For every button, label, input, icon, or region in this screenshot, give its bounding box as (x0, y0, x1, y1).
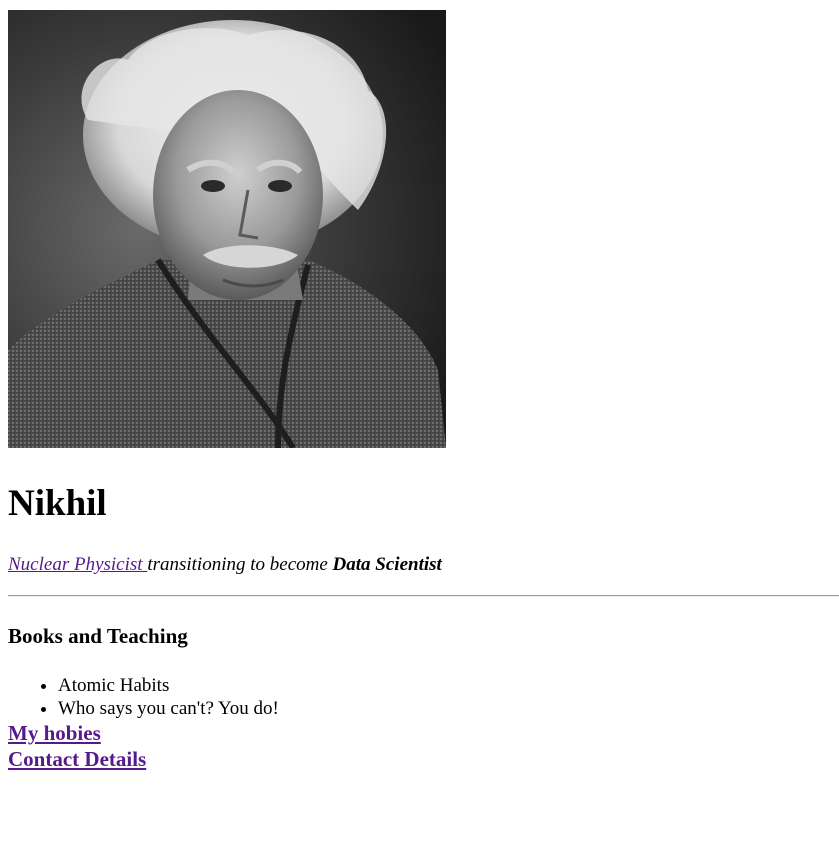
hobbies-link[interactable]: My hobies (8, 721, 101, 745)
list-item: Atomic Habits (58, 674, 831, 697)
portrait-graphic (8, 10, 446, 448)
tagline-middle-text: transitioning to become (147, 554, 333, 575)
list-item: Who says you can't? You do! (58, 697, 831, 720)
divider (8, 595, 839, 597)
contact-details-link[interactable]: Contact Details (8, 747, 146, 771)
tagline: Nuclear Physicist transitioning to becom… (8, 553, 831, 577)
books-list: Atomic Habits Who says you can't? You do… (8, 674, 831, 720)
portrait-image (8, 10, 446, 448)
contact-heading: Contact Details (8, 746, 831, 772)
nuclear-physicist-link[interactable]: Nuclear Physicist (8, 554, 147, 575)
hobbies-heading: My hobies (8, 720, 831, 746)
tagline-bold-text: Data Scientist (332, 554, 442, 575)
books-section-title: Books and Teaching (8, 624, 188, 648)
page: Nikhil Nuclear Physicist transitioning t… (0, 10, 839, 772)
page-title: Nikhil (8, 483, 107, 524)
